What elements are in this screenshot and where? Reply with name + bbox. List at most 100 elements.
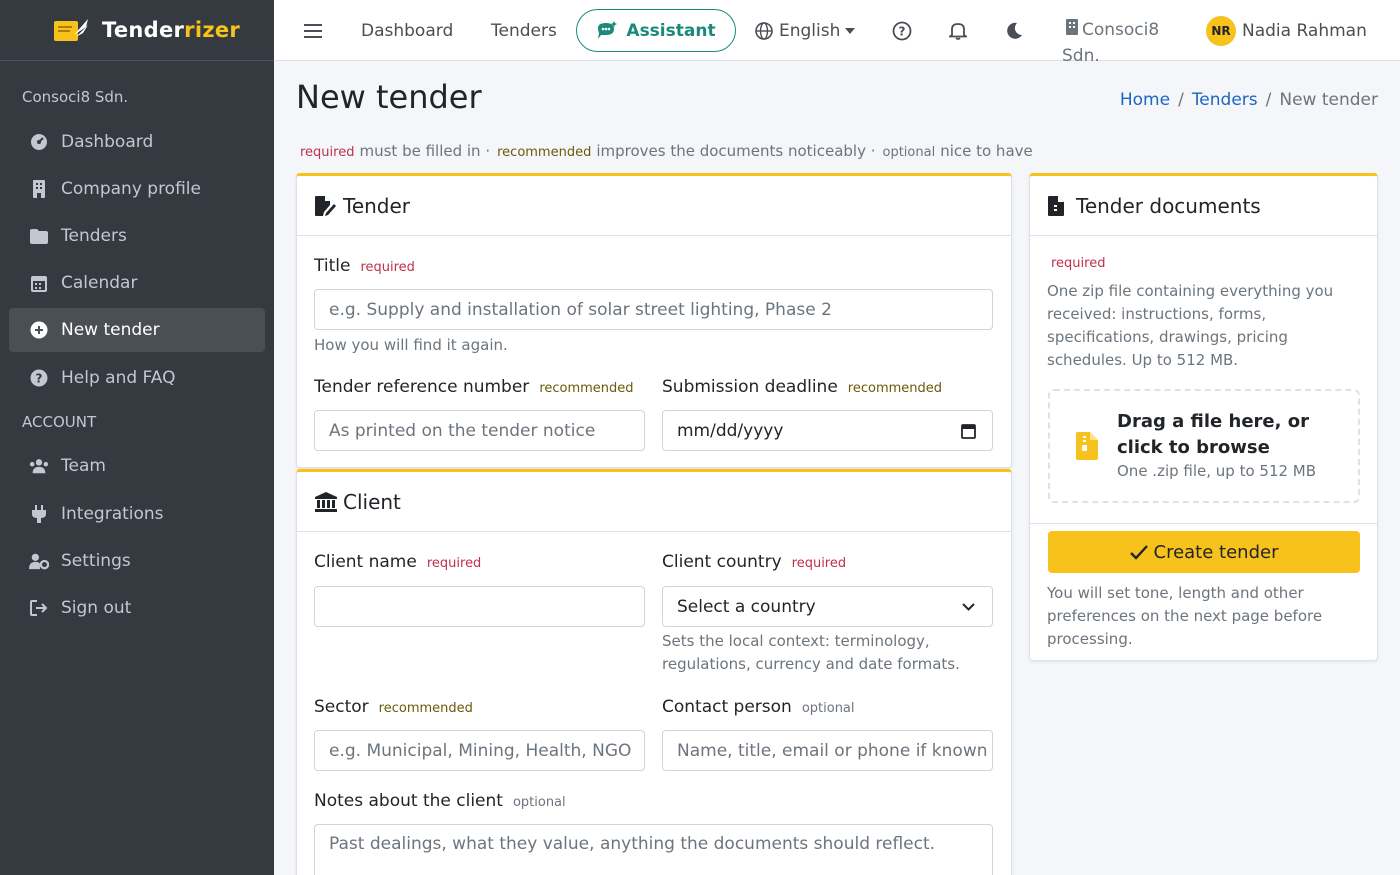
sidebar-section-account: ACCOUNT	[22, 413, 97, 431]
divider	[1030, 523, 1377, 524]
reference-input[interactable]: As printed on the tender notice	[314, 410, 645, 451]
bell-icon[interactable]	[949, 0, 967, 61]
sidebar-item-label: Tenders	[61, 226, 127, 246]
sector-input[interactable]: e.g. Municipal, Mining, Health, NGO	[314, 730, 645, 771]
sidebar-item-label: Settings	[61, 551, 131, 571]
legend-required-text: must be filled in ·	[359, 142, 491, 160]
tender-card-title: Tender	[343, 193, 411, 218]
language-dropdown[interactable]: English	[755, 0, 856, 61]
building-icon	[29, 179, 49, 199]
sidebar-item-new-tender[interactable]: New tender	[9, 308, 265, 352]
user-menu[interactable]: NR Nadia Rahman	[1206, 0, 1367, 61]
client-country-help: Sets the local context: terminology, reg…	[662, 632, 960, 673]
org-switcher[interactable]: Consoci8 Sdn.	[1062, 17, 1159, 69]
client-name-input[interactable]	[314, 586, 645, 627]
file-signature-icon	[315, 195, 336, 216]
create-tender-button[interactable]: Create tender	[1048, 531, 1360, 573]
deadline-label: Submission deadline recommended	[662, 377, 943, 397]
sidebar-item-help[interactable]: ? Help and FAQ	[9, 356, 265, 400]
file-dropzone[interactable]: Drag a file here, or click to browse One…	[1048, 389, 1360, 503]
check-icon	[1129, 544, 1148, 560]
recommended-tag: recommended	[539, 381, 634, 396]
client-country-select[interactable]: Select a country	[662, 586, 993, 627]
sidebar-item-company-profile[interactable]: Company profile	[9, 167, 265, 211]
users-icon	[29, 456, 49, 476]
breadcrumb-separator: /	[1178, 90, 1184, 110]
svg-text:?: ?	[899, 24, 906, 38]
breadcrumb-current: New tender	[1279, 90, 1378, 110]
sidebar-item-settings[interactable]: Settings	[9, 539, 265, 583]
legend-optional-tag: optional	[882, 145, 936, 160]
reference-label: Tender reference number recommended	[314, 377, 634, 397]
file-zipper-icon	[1076, 432, 1098, 460]
documents-card-title: Tender documents	[1076, 193, 1261, 218]
required-tag: required	[360, 260, 415, 275]
gauge-icon	[29, 132, 49, 152]
sidebar-org-name: Consoci8 Sdn.	[22, 88, 129, 106]
dropzone-title: Drag a file here, or click to browse	[1117, 411, 1309, 458]
recommended-tag: recommended	[847, 381, 943, 396]
user-gear-icon	[29, 551, 49, 571]
topbar: Dashboard Tenders Assistant English ? Co…	[274, 0, 1400, 66]
optional-tag: optional	[512, 795, 566, 810]
documents-card-header: Tender documents	[1030, 176, 1377, 236]
nav-dashboard-link[interactable]: Dashboard	[361, 0, 453, 61]
create-tender-label: Create tender	[1153, 541, 1279, 563]
client-card: Client Client name required Client countr…	[296, 469, 1012, 875]
user-name: Nadia Rahman	[1242, 20, 1367, 41]
assistant-button[interactable]: Assistant	[576, 9, 736, 52]
sidebar-item-label: New tender	[61, 320, 160, 340]
client-card-header: Client	[297, 472, 1011, 532]
sidebar-item-tenders[interactable]: Tenders	[9, 214, 265, 258]
hamburger-icon[interactable]	[304, 0, 322, 61]
required-tag: required	[426, 556, 482, 571]
sidebar-item-integrations[interactable]: Integrations	[9, 492, 265, 536]
caret-down-icon	[845, 27, 856, 34]
create-tender-note: You will set tone, length and other pref…	[1047, 584, 1323, 648]
folder-icon	[29, 226, 49, 246]
sign-out-icon	[29, 598, 49, 618]
sidebar-item-calendar[interactable]: Calendar	[9, 261, 265, 305]
deadline-date-input[interactable]: mm/dd/yyyy	[662, 410, 993, 451]
org-name-line1: Consoci8	[1082, 20, 1160, 40]
chat-bot-icon	[598, 20, 618, 39]
question-circle-icon: ?	[29, 368, 49, 388]
sidebar-item-dashboard[interactable]: Dashboard	[9, 120, 265, 164]
recommended-tag: recommended	[378, 701, 473, 716]
plug-icon	[29, 504, 49, 524]
sidebar-item-label: Help and FAQ	[61, 368, 176, 388]
breadcrumb-tenders[interactable]: Tenders	[1192, 90, 1258, 110]
client-name-label: Client name required	[314, 552, 482, 572]
avatar: NR	[1206, 15, 1236, 46]
title-help: How you will find it again.	[314, 336, 508, 354]
sidebar-item-label: Company profile	[61, 179, 201, 199]
file-icon	[1048, 195, 1064, 216]
calendar-picker-icon[interactable]	[961, 423, 976, 439]
notes-textarea[interactable]: Past dealings, what they value, anything…	[314, 824, 993, 875]
documents-card: Tender documents required One zip file c…	[1029, 173, 1378, 661]
notes-label: Notes about the client optional	[314, 791, 566, 811]
client-country-value: Select a country	[677, 596, 816, 617]
dark-mode-toggle[interactable]	[1005, 0, 1023, 61]
contact-input[interactable]: Name, title, email or phone if known	[662, 730, 993, 771]
sidebar-item-team[interactable]: Team	[9, 444, 265, 488]
help-icon[interactable]: ?	[892, 0, 912, 61]
title-input[interactable]: e.g. Supply and installation of solar st…	[314, 289, 993, 330]
sidebar: Tenderrizer Consoci8 Sdn. Dashboard Comp…	[0, 0, 274, 875]
nav-tenders-link[interactable]: Tenders	[491, 0, 557, 61]
optional-tag: optional	[801, 701, 855, 716]
logo-icon	[54, 19, 88, 41]
breadcrumb-home[interactable]: Home	[1120, 90, 1170, 110]
sidebar-item-sign-out[interactable]: Sign out	[9, 586, 265, 630]
calendar-icon	[29, 273, 49, 293]
svg-text:?: ?	[36, 372, 43, 386]
building-icon	[1066, 19, 1078, 35]
legend-required-tag: required	[300, 145, 355, 160]
page-title: New tender	[296, 78, 482, 116]
sidebar-item-label: Sign out	[61, 598, 132, 618]
brand[interactable]: Tenderrizer	[0, 0, 274, 61]
contact-label: Contact person optional	[662, 697, 855, 717]
client-card-title: Client	[343, 489, 401, 514]
legend-recommended-text: improves the documents noticeably ·	[596, 142, 876, 160]
sidebar-item-label: Integrations	[61, 504, 164, 524]
